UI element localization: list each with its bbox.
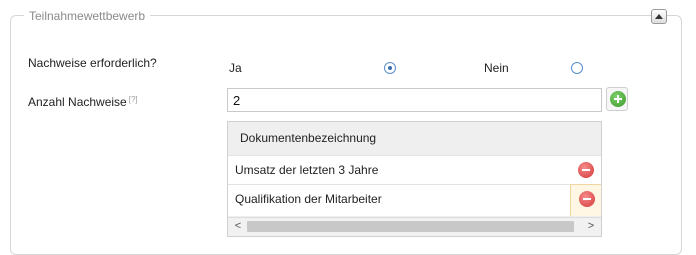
remove-row-button[interactable] — [570, 184, 601, 216]
help-link[interactable]: [?] — [129, 95, 138, 104]
column-header-dokumentenbezeichnung: Dokumentenbezeichnung — [240, 131, 377, 145]
remove-row-button[interactable] — [570, 155, 601, 184]
radio-ja[interactable] — [384, 62, 396, 74]
anzahl-label: Anzahl Nachweise [?] — [28, 95, 138, 109]
remove-circle-icon — [578, 162, 594, 178]
add-circle-icon — [610, 91, 626, 107]
option-nein-label: Nein — [484, 61, 509, 75]
remove-circle-icon — [579, 191, 595, 207]
scroll-right-arrow-icon[interactable]: > — [583, 219, 599, 234]
table-row[interactable]: Umsatz der letzten 3 Jahre — [228, 155, 570, 184]
nachweise-label: Nachweise erforderlich? — [28, 56, 157, 70]
anzahl-input[interactable] — [227, 88, 602, 112]
horizontal-scrollbar[interactable]: < > — [228, 217, 601, 235]
scrollbar-thumb[interactable] — [247, 221, 574, 232]
radio-nein[interactable] — [571, 62, 583, 74]
option-ja-label: Ja — [229, 61, 242, 75]
add-button[interactable] — [606, 87, 628, 111]
collapse-button[interactable] — [651, 9, 667, 24]
scroll-left-arrow-icon[interactable]: < — [230, 219, 246, 234]
documents-table: Dokumentenbezeichnung Umsatz der letzten… — [227, 121, 602, 237]
anzahl-label-text: Anzahl Nachweise — [28, 95, 127, 109]
collapse-up-icon — [655, 14, 663, 19]
fieldset-legend: Teilnahmewettbewerb — [24, 9, 151, 23]
table-row[interactable]: Qualifikation der Mitarbeiter — [228, 184, 570, 216]
